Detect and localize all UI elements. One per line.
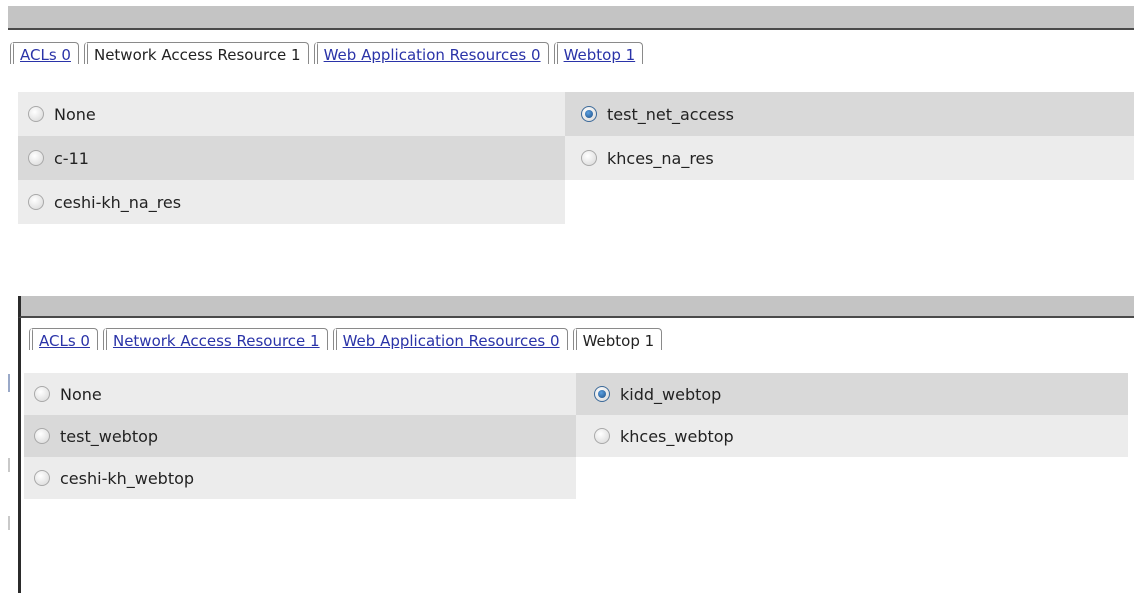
tab-label: Webtop 1 <box>582 332 655 350</box>
edge-marks <box>8 338 10 568</box>
radio-button[interactable] <box>28 150 44 166</box>
radio-button[interactable] <box>581 150 597 166</box>
option-label: kidd_webtop <box>620 384 722 404</box>
radio-button[interactable] <box>28 106 44 122</box>
network-access-panel: ACLs 0 Network Access Resource 1 Web App… <box>0 0 1134 260</box>
tab-label[interactable]: Webtop 1 <box>564 46 636 64</box>
tab-label: Network Access Resource 1 <box>93 46 301 64</box>
webtop-panel: ACLs 0 Network Access Resource 1 Web App… <box>0 288 1134 593</box>
tab-label[interactable]: ACLs 0 <box>39 332 90 350</box>
radio-button[interactable] <box>28 194 44 210</box>
radio-button-selected[interactable] <box>581 106 597 122</box>
option-row[interactable]: ceshi-kh_na_res <box>18 180 565 224</box>
radio-button-selected[interactable] <box>594 386 610 402</box>
option-row[interactable]: test_webtop <box>24 415 576 457</box>
radio-button[interactable] <box>594 428 610 444</box>
panel-title-bar <box>8 6 1134 30</box>
option-label: khces_na_res <box>607 148 714 168</box>
tab-acls[interactable]: ACLs 0 <box>29 328 98 350</box>
tab-web-application-resources[interactable]: Web Application Resources 0 <box>332 328 568 350</box>
option-row[interactable]: khces_webtop <box>576 415 1128 457</box>
option-label: ceshi-kh_webtop <box>60 468 195 488</box>
option-row-selected[interactable]: kidd_webtop <box>576 373 1128 415</box>
option-label: khces_webtop <box>620 426 734 446</box>
tab-acls[interactable]: ACLs 0 <box>10 42 79 64</box>
option-row[interactable]: khces_na_res <box>565 136 1134 180</box>
option-row-selected[interactable]: test_net_access <box>565 92 1134 136</box>
tab-label[interactable]: ACLs 0 <box>20 46 71 64</box>
tab-network-access-resource[interactable]: Network Access Resource 1 <box>102 328 328 350</box>
option-label: None <box>54 104 96 124</box>
option-row[interactable]: None <box>18 92 565 136</box>
tab-network-access-resource[interactable]: Network Access Resource 1 <box>83 42 309 64</box>
option-label: test_net_access <box>607 104 734 124</box>
tab-label[interactable]: Web Application Resources 0 <box>343 332 560 350</box>
option-row[interactable]: ceshi-kh_webtop <box>24 457 576 499</box>
option-label: None <box>60 384 102 404</box>
tab-label[interactable]: Network Access Resource 1 <box>113 332 320 350</box>
option-label: ceshi-kh_na_res <box>54 192 182 212</box>
tab-label[interactable]: Web Application Resources 0 <box>324 46 541 64</box>
tab-web-application-resources[interactable]: Web Application Resources 0 <box>313 42 549 64</box>
tab-webtop[interactable]: Webtop 1 <box>572 328 663 350</box>
radio-button[interactable] <box>34 428 50 444</box>
option-label: c-11 <box>54 148 89 168</box>
option-label: test_webtop <box>60 426 159 446</box>
option-row[interactable]: c-11 <box>18 136 565 180</box>
radio-button[interactable] <box>34 470 50 486</box>
option-row[interactable]: None <box>24 373 576 415</box>
tab-webtop[interactable]: Webtop 1 <box>553 42 644 64</box>
tab-bar: ACLs 0 Network Access Resource 1 Web App… <box>10 42 644 64</box>
tab-bar: ACLs 0 Network Access Resource 1 Web App… <box>29 328 663 350</box>
panel-title-bar <box>18 296 1134 318</box>
window-border <box>18 296 21 593</box>
radio-button[interactable] <box>34 386 50 402</box>
